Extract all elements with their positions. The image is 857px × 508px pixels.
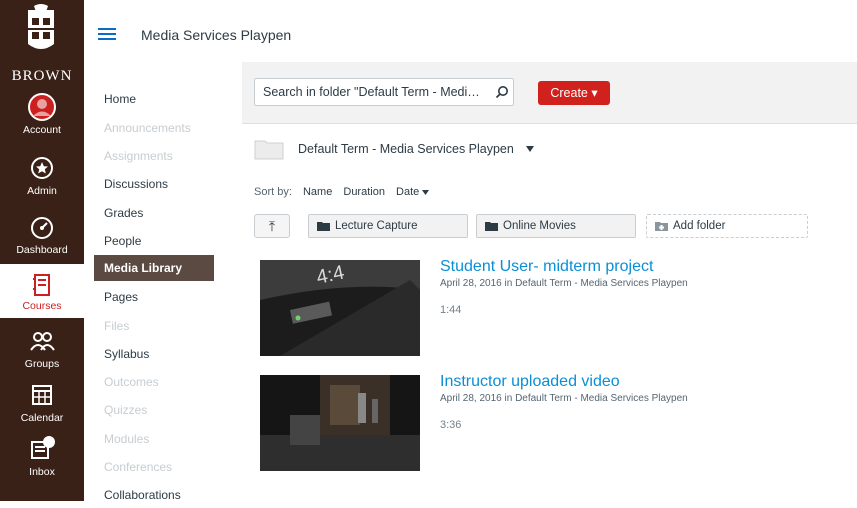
subfolder-label: Lecture Capture bbox=[335, 220, 418, 232]
global-nav-admin[interactable]: Admin bbox=[0, 153, 84, 207]
course-nav-assignments[interactable]: Assignments bbox=[94, 143, 214, 169]
folder-icon bbox=[317, 222, 330, 231]
global-nav-calendar[interactable]: Calendar bbox=[0, 380, 84, 434]
course-nav-people[interactable]: People bbox=[94, 228, 214, 254]
add-folder-button[interactable]: Add folder bbox=[646, 214, 808, 238]
course-nav-announcements[interactable]: Announcements bbox=[94, 115, 214, 141]
global-nav-label: Account bbox=[23, 124, 61, 136]
parent-folder-button[interactable]: ⤒ bbox=[254, 214, 290, 238]
folder-icon bbox=[485, 222, 498, 231]
page-header: Media Services Playpen bbox=[84, 0, 857, 62]
subfolder-label: Online Movies bbox=[503, 220, 576, 232]
media-meta: April 28, 2016 in Default Term - Media S… bbox=[440, 278, 688, 289]
course-nav-home[interactable]: Home bbox=[94, 86, 214, 112]
global-nav: BROWN Account Admin Dashboard Courses Gr… bbox=[0, 0, 84, 501]
media-date: April 28, 2016 bbox=[440, 393, 502, 404]
sort-option-name[interactable]: Name bbox=[303, 186, 332, 198]
dashboard-icon bbox=[31, 217, 53, 239]
course-nav: Home Announcements Assignments Discussio… bbox=[84, 62, 242, 502]
global-nav-courses[interactable]: Courses bbox=[0, 264, 84, 318]
global-nav-inbox[interactable]: Inbox bbox=[0, 434, 84, 488]
course-nav-quizzes[interactable]: Quizzes bbox=[94, 397, 214, 423]
global-nav-label: Inbox bbox=[29, 466, 55, 478]
search-input[interactable] bbox=[254, 78, 514, 106]
inbox-icon bbox=[31, 436, 55, 459]
add-folder-label: Add folder bbox=[673, 220, 726, 232]
media-item[interactable]: 4:4 Student User- midterm project April … bbox=[260, 258, 830, 356]
global-nav-label: Groups bbox=[24, 358, 60, 370]
search-icon[interactable] bbox=[495, 85, 509, 99]
media-item[interactable]: Instructor uploaded video April 28, 2016… bbox=[260, 373, 830, 471]
subfolder-bar: ⤒ Lecture Capture Online Movies Add fold… bbox=[254, 214, 814, 240]
media-meta: April 28, 2016 in Default Term - Media S… bbox=[440, 393, 688, 404]
account-icon bbox=[28, 93, 56, 121]
course-nav-pages[interactable]: Pages bbox=[94, 284, 214, 310]
context-title[interactable]: Media Services Playpen bbox=[141, 27, 291, 43]
sort-option-date[interactable]: Date bbox=[396, 186, 430, 198]
sort-bar: Sort by: Name Duration Date bbox=[254, 186, 430, 198]
media-title-link[interactable]: Instructor uploaded video bbox=[440, 373, 620, 391]
course-nav-collaborations[interactable]: Collaborations bbox=[94, 482, 214, 508]
course-nav-conferences[interactable]: Conferences bbox=[94, 454, 214, 480]
course-nav-media-library[interactable]: Media Library bbox=[94, 255, 214, 281]
video-thumbnail[interactable]: 4:4 bbox=[260, 260, 420, 356]
global-nav-groups[interactable]: Groups bbox=[0, 326, 84, 380]
course-nav-syllabus[interactable]: Syllabus bbox=[94, 341, 214, 367]
folder-icon bbox=[254, 140, 284, 160]
subfolder-online-movies[interactable]: Online Movies bbox=[476, 214, 636, 238]
video-thumbnail[interactable] bbox=[260, 375, 420, 471]
brand-logo[interactable]: BROWN bbox=[0, 0, 84, 90]
media-title-link[interactable]: Student User- midterm project bbox=[440, 258, 653, 276]
global-nav-label: Courses bbox=[22, 300, 62, 312]
hamburger-menu-icon[interactable] bbox=[98, 28, 116, 40]
global-nav-dashboard[interactable]: Dashboard bbox=[0, 212, 84, 266]
course-nav-grades[interactable]: Grades bbox=[94, 200, 214, 226]
chevron-down-icon bbox=[422, 189, 430, 195]
subfolder-lecture-capture[interactable]: Lecture Capture bbox=[308, 214, 468, 238]
sort-option-duration[interactable]: Duration bbox=[343, 186, 385, 198]
global-nav-label: Dashboard bbox=[16, 244, 68, 256]
global-nav-account[interactable]: Account bbox=[0, 92, 84, 146]
create-button[interactable]: Create ▾ bbox=[538, 81, 610, 105]
course-nav-files[interactable]: Files bbox=[94, 313, 214, 339]
chevron-down-icon[interactable] bbox=[526, 146, 534, 152]
media-folder: Default Term - Media Services Playpen bbox=[515, 278, 688, 289]
course-nav-outcomes[interactable]: Outcomes bbox=[94, 369, 214, 395]
global-nav-label: Calendar bbox=[20, 412, 64, 424]
groups-icon bbox=[30, 332, 55, 351]
media-meta-separator: in bbox=[501, 278, 516, 289]
brown-shield-icon bbox=[28, 4, 54, 49]
sort-option-date-label: Date bbox=[396, 186, 420, 198]
admin-shield-icon bbox=[31, 157, 53, 179]
sort-label: Sort by: bbox=[254, 186, 292, 198]
media-duration: 3:36 bbox=[440, 419, 462, 431]
brand-name: BROWN bbox=[11, 68, 73, 84]
media-library-content: Create ▾ Default Term - Media Services P… bbox=[242, 62, 857, 501]
media-date: April 28, 2016 bbox=[440, 278, 502, 289]
course-nav-modules[interactable]: Modules bbox=[94, 426, 214, 452]
media-meta-separator: in bbox=[501, 393, 516, 404]
calendar-icon bbox=[32, 385, 52, 405]
media-duration: 1:44 bbox=[440, 304, 462, 316]
course-nav-discussions[interactable]: Discussions bbox=[94, 171, 214, 197]
media-folder: Default Term - Media Services Playpen bbox=[515, 393, 688, 404]
search-toolbar: Create ▾ bbox=[242, 62, 857, 124]
courses-icon bbox=[33, 274, 50, 296]
global-nav-label: Admin bbox=[27, 185, 57, 197]
folder-title: Default Term - Media Services Playpen bbox=[298, 142, 514, 156]
add-folder-icon bbox=[655, 222, 668, 231]
